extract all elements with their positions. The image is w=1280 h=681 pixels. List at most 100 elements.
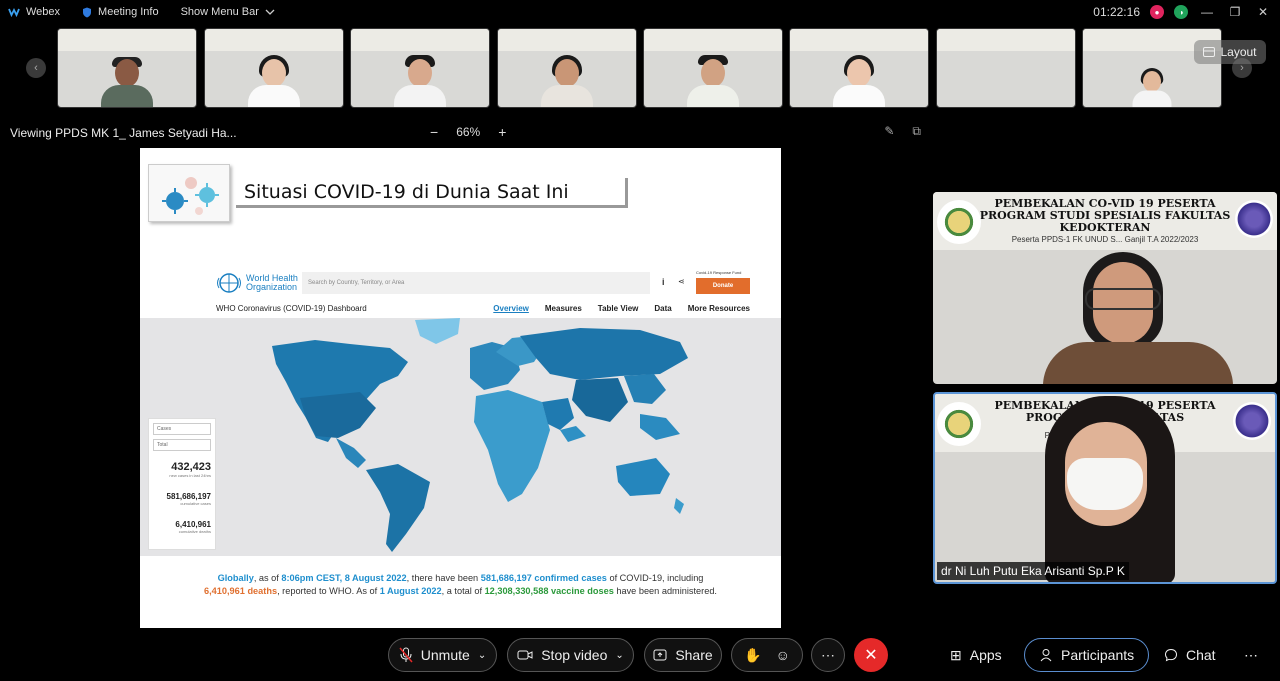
video-camera-icon (517, 650, 533, 660)
nav-measures: Measures (544, 304, 582, 313)
donate-button: Donate (696, 278, 750, 294)
thumbnail-banner (937, 29, 1075, 51)
participant-thumbnail[interactable] (789, 28, 929, 108)
virus-icon-card (148, 164, 230, 222)
deaths-value: 6,410,961 (175, 520, 211, 529)
face-mask (1067, 458, 1143, 510)
participant-figure (101, 57, 153, 107)
video-banner: PEMBEKALAN CO-VID 19 PESERTA PROGRAM STU… (933, 192, 1277, 250)
participant-figure (394, 55, 446, 107)
panel-options-button[interactable]: ⋯ (1244, 638, 1258, 672)
meeting-info-button[interactable]: Meeting Info (82, 6, 159, 18)
confirmed-value: 581,686,197 (166, 492, 212, 501)
network-health-icon[interactable]: ◑ (1174, 5, 1188, 19)
university-seal-logo (937, 200, 981, 244)
annotate-icon[interactable]: ✎ (884, 124, 894, 139)
pop-out-icon[interactable]: ⧉ (912, 124, 921, 139)
participant-thumbnail[interactable] (204, 28, 344, 108)
stop-video-button[interactable]: Stop video ⌄ (507, 638, 634, 672)
reactions-group: ✋ ☺ (731, 638, 803, 672)
unmute-label: Unmute (420, 647, 470, 663)
share-button[interactable]: Share (644, 638, 722, 672)
world-map (140, 318, 781, 556)
caption-deaths: 6,410,961 deaths (204, 586, 278, 596)
info-icon: i (662, 277, 665, 287)
caption-date2: 1 August 2022 (379, 586, 442, 596)
total-select: Total (153, 439, 211, 451)
leave-meeting-button[interactable]: ✕ (854, 638, 888, 672)
world-map-graphic (272, 318, 688, 552)
thumbnail-banner (790, 29, 928, 51)
app-name: Webex (26, 6, 61, 18)
caption-text: , reported to WHO. As of (277, 586, 380, 596)
minimize-icon[interactable]: — (1198, 5, 1216, 19)
chevron-down-icon (265, 9, 275, 15)
apps-icon: ⊞ (950, 646, 962, 663)
unmute-button[interactable]: Unmute ⌄ (388, 638, 497, 672)
who-search-input: Search by Country, Territory, or Area (302, 272, 650, 294)
meeting-timer: 01:22:16 (1093, 5, 1140, 19)
slide-title-box: Situasi COVID-19 di Dunia Saat Ini (148, 164, 628, 222)
layout-button[interactable]: Layout (1194, 40, 1266, 64)
who-header: World Health Organization Search by Count… (216, 270, 756, 302)
faculty-seal-logo (1233, 402, 1271, 440)
more-options-button[interactable]: ⋯ (811, 638, 845, 672)
apps-button[interactable]: ⊞ Apps (950, 638, 1002, 672)
virus-icon (162, 177, 219, 215)
recording-icon[interactable]: ● (1150, 5, 1164, 19)
chat-button[interactable]: Chat (1164, 638, 1216, 672)
participant-thumbnail[interactable] (57, 28, 197, 108)
participant-video[interactable]: PEMBEKALAN CO-VID 19 PESERTA PROGRAM STU… (933, 192, 1277, 384)
participant-thumbnail[interactable] (350, 28, 490, 108)
dashboard-title: WHO Coronavirus (COVID-19) Dashboard (216, 304, 367, 313)
participant-figure (687, 55, 739, 107)
layout-label: Layout (1220, 45, 1257, 59)
active-speaker-video[interactable]: PEMBEKALAN CO-VID 19 PESERTA PROGRAM S..… (933, 392, 1277, 584)
participant-thumbnail[interactable] (643, 28, 783, 108)
participant-thumbnail[interactable] (936, 28, 1076, 108)
cases-select: Cases (153, 423, 211, 435)
reactions-icon[interactable]: ☺ (776, 647, 790, 663)
nav-data: Data (654, 304, 672, 313)
share-label: Share (675, 647, 713, 663)
microphone-muted-icon (399, 647, 413, 663)
share-screen-icon (653, 649, 667, 661)
who-name-line2: Organization (246, 282, 298, 292)
zoom-in-button[interactable]: + (498, 124, 506, 140)
zoom-out-button[interactable]: − (430, 124, 438, 140)
webex-menu[interactable]: Webex (8, 6, 60, 18)
nav-more-resources: More Resources (687, 304, 750, 313)
banner-line3: KEDOKTERAN (1059, 221, 1151, 234)
speaker-name-label: dr Ni Luh Putu Eka Arisanti Sp.P K (937, 562, 1129, 580)
restore-icon[interactable]: ❐ (1226, 5, 1244, 19)
participant-thumbnail[interactable] (497, 28, 637, 108)
participant-thumbnails: ‹ › (0, 28, 1280, 108)
university-seal-logo (937, 402, 981, 446)
shield-icon (83, 7, 92, 17)
chat-label: Chat (1186, 647, 1216, 663)
chevron-down-icon: ⌄ (615, 649, 624, 661)
person-icon (1040, 649, 1052, 662)
new-cases-label: new cases in last 24hrs (169, 473, 211, 478)
webex-icon (8, 7, 20, 17)
show-menu-bar-button[interactable]: Show Menu Bar (181, 6, 275, 18)
top-bar: Webex Meeting Info Show Menu Bar 01:22:1… (0, 0, 1280, 24)
speaker-glasses (1085, 288, 1161, 310)
who-emblem-icon (217, 273, 241, 293)
who-logo: World Health Organization (216, 272, 298, 294)
raise-hand-icon[interactable]: ✋ (744, 647, 761, 664)
faculty-seal-logo (1235, 200, 1273, 238)
thumbnails-prev-arrow[interactable]: ‹ (26, 58, 46, 78)
participant-figure (541, 55, 593, 107)
participants-button[interactable]: Participants (1024, 638, 1150, 672)
shared-content-bar: Viewing PPDS MK 1_ James Setyadi Ha... −… (0, 124, 925, 144)
nav-table-view: Table View (597, 304, 639, 313)
caption-text: of COVID-19, including (606, 573, 704, 583)
meeting-info-label: Meeting Info (98, 6, 159, 18)
participant-figure (833, 55, 885, 107)
caption-text: , a total of (441, 586, 485, 596)
confirmed-label: cumulative cases (180, 501, 211, 506)
close-icon[interactable]: ✕ (1254, 5, 1272, 19)
slide-caption: Globally, as of 8:06pm CEST, 8 August 20… (140, 572, 781, 598)
caption-text: , there have been (406, 573, 481, 583)
